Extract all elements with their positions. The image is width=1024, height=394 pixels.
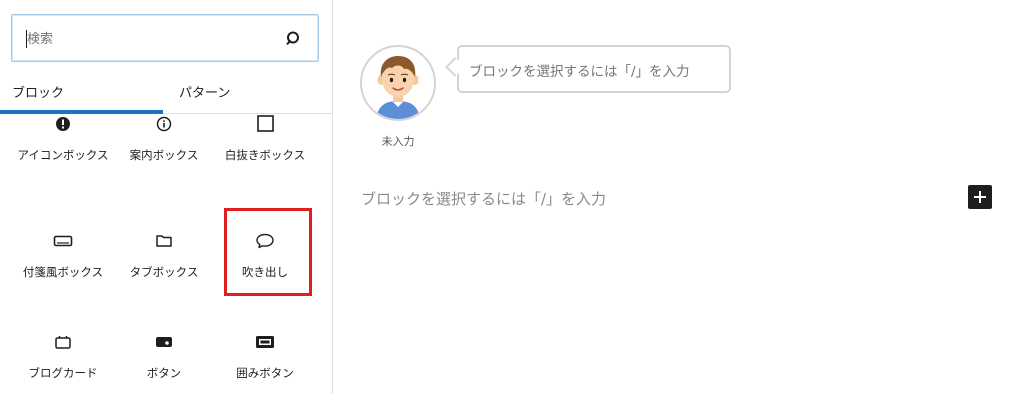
bubble-placeholder[interactable]: ブロックを選択するには「/」を入力 [469,60,690,80]
block-item-tab-box[interactable]: タブボックス [114,229,214,281]
block-label: アイコンボックス [17,148,109,162]
block-item-icon-box[interactable]: アイコンボックス [13,112,113,164]
search-icon[interactable] [284,29,304,49]
block-item-sticky-box[interactable]: 付箋風ボックス [13,229,113,281]
tab-blocks[interactable]: ブロック [12,82,64,101]
block-label: 囲みボタン [236,366,294,380]
block-item-button[interactable]: ボタン [114,330,214,382]
highlight-box [224,208,312,296]
square-outline-icon [257,115,274,132]
search-box[interactable] [11,14,319,62]
button-icon [156,337,172,347]
inserter-tabs: ブロック パターン [0,72,332,114]
add-block-button[interactable] [968,185,992,209]
card-icon [55,336,71,349]
folder-icon [156,235,172,247]
alert-circle-icon [56,117,70,131]
avatar-name: 未入力 [381,135,415,148]
block-item-blog-card[interactable]: ブログカード [13,330,113,382]
search-input[interactable] [27,27,277,51]
paragraph-placeholder[interactable]: ブロックを選択するには「/」を入力 [361,188,606,209]
speech-bubble[interactable]: ブロックを選択するには「/」を入力 [457,45,731,93]
block-label: タブボックス [129,265,199,279]
block-item-white-box[interactable]: 白抜きボックス [215,112,315,164]
block-item-guide-box[interactable]: 案内ボックス [114,112,214,164]
block-inserter-panel: ブロック パターン アイコンボックス 案内ボックス 白抜きボックス 付箋風ボッ [0,0,333,394]
block-label: ブログカード [28,366,98,380]
block-label: 白抜きボックス [224,148,306,162]
block-label: ボタン [146,366,182,380]
plus-icon [974,191,986,203]
block-label: 付箋風ボックス [22,265,104,279]
rectangle-outline-icon [53,235,73,247]
tab-patterns[interactable]: パターン [179,82,230,101]
block-item-framed-button[interactable]: 囲みボタン [215,330,315,382]
block-label: 案内ボックス [129,148,199,162]
avatar[interactable] [360,45,436,121]
info-icon [156,116,172,132]
boy-avatar-icon [376,56,420,119]
framed-button-icon [256,336,274,348]
